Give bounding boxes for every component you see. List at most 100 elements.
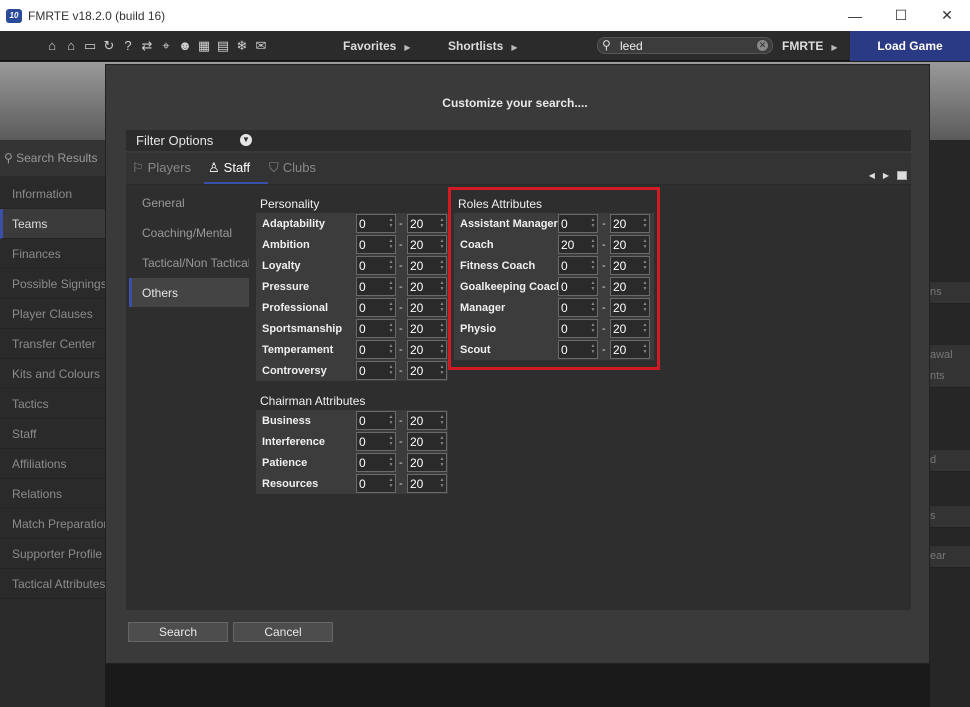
loyalty-min-input[interactable]: 0 ▲ ▼ — [356, 256, 396, 275]
calendar-icon[interactable]: ▦ — [196, 38, 212, 54]
sidebar-item-affiliations[interactable]: Affiliations — [0, 449, 105, 479]
spinner-icon[interactable]: ▲ ▼ — [439, 435, 445, 448]
spinner-icon[interactable]: ▲ ▼ — [439, 301, 445, 314]
nav-item-tactical-non-tactical[interactable]: Tactical/Non Tactical — [129, 248, 249, 277]
tab-clubs[interactable]: ⛉ Clubs — [269, 160, 316, 176]
sidebar-item-supporter-profile[interactable]: Supporter Profile — [0, 539, 105, 569]
spinner-icon[interactable]: ▲ ▼ — [590, 259, 596, 272]
manager-min-input[interactable]: 0 ▲ ▼ — [558, 298, 598, 317]
nav-item-coaching-mental[interactable]: Coaching/Mental — [129, 218, 249, 247]
temperament-min-input[interactable]: 0 ▲ ▼ — [356, 340, 396, 359]
ambition-max-input[interactable]: 20 ▲ ▼ — [407, 235, 447, 254]
loyalty-max-input[interactable]: 20 ▲ ▼ — [407, 256, 447, 275]
spinner-icon[interactable]: ▲ ▼ — [590, 280, 596, 293]
interference-max-input[interactable]: 20 ▲ ▼ — [407, 432, 447, 451]
adaptability-max-input[interactable]: 20 ▲ ▼ — [407, 214, 447, 233]
people-icon[interactable]: ☻ — [177, 38, 193, 54]
nav-item-others[interactable]: Others — [129, 278, 249, 307]
sidebar-item-information[interactable]: Information — [0, 179, 105, 209]
interference-min-input[interactable]: 0 ▲ ▼ — [356, 432, 396, 451]
spinner-icon[interactable]: ▲ ▼ — [439, 217, 445, 230]
sidebar-item-tactical-attributes[interactable]: Tactical Attributes — [0, 569, 105, 599]
spinner-icon[interactable]: ▲ ▼ — [388, 477, 394, 490]
spinner-icon[interactable]: ▲ ▼ — [439, 456, 445, 469]
ambition-min-input[interactable]: 0 ▲ ▼ — [356, 235, 396, 254]
spinner-icon[interactable]: ▲ ▼ — [439, 414, 445, 427]
fmrte-menu[interactable]: FMRTE ▶ — [782, 39, 837, 53]
sportsmanship-max-input[interactable]: 20 ▲ ▼ — [407, 319, 447, 338]
spinner-icon[interactable]: ▲ ▼ — [388, 259, 394, 272]
spinner-icon[interactable]: ▲ ▼ — [388, 364, 394, 377]
business-max-input[interactable]: 20 ▲ ▼ — [407, 411, 447, 430]
spinner-icon[interactable]: ▲ ▼ — [388, 322, 394, 335]
sidebar-item-possible-signings[interactable]: Possible Signings — [0, 269, 105, 299]
manager-max-input[interactable]: 20 ▲ ▼ — [610, 298, 650, 317]
sidebar-item-relations[interactable]: Relations — [0, 479, 105, 509]
transfer-icon[interactable]: ⇄ — [139, 38, 155, 54]
tab-players[interactable]: ⚐ Players — [132, 160, 191, 176]
spinner-icon[interactable]: ▲ ▼ — [642, 217, 648, 230]
spinner-icon[interactable]: ▲ ▼ — [642, 343, 648, 356]
fitness-coach-min-input[interactable]: 0 ▲ ▼ — [558, 256, 598, 275]
spinner-icon[interactable]: ▲ ▼ — [590, 238, 596, 251]
goalkeeping-coach-max-input[interactable]: 20 ▲ ▼ — [610, 277, 650, 296]
spinner-icon[interactable]: ▲ ▼ — [590, 343, 596, 356]
physio-min-input[interactable]: 0 ▲ ▼ — [558, 319, 598, 338]
maximize-button[interactable]: ☐ — [878, 0, 924, 31]
spinner-icon[interactable]: ▲ ▼ — [439, 343, 445, 356]
spinner-icon[interactable]: ▲ ▼ — [590, 217, 596, 230]
coach-max-input[interactable]: 20 ▲ ▼ — [610, 235, 650, 254]
spinner-icon[interactable]: ▲ ▼ — [439, 280, 445, 293]
sidebar-item-tactics[interactable]: Tactics — [0, 389, 105, 419]
arrow-left-icon[interactable]: ◀ — [869, 171, 875, 180]
spinner-icon[interactable]: ▲ ▼ — [388, 301, 394, 314]
adaptability-min-input[interactable]: 0 ▲ ▼ — [356, 214, 396, 233]
spinner-icon[interactable]: ▲ ▼ — [388, 456, 394, 469]
business-min-input[interactable]: 0 ▲ ▼ — [356, 411, 396, 430]
favorites-menu[interactable]: Favorites ▶ — [343, 39, 411, 53]
physio-max-input[interactable]: 20 ▲ ▼ — [610, 319, 650, 338]
nav-item-general[interactable]: General — [129, 188, 249, 217]
refresh-icon[interactable]: ↻ — [101, 38, 117, 54]
scout-min-input[interactable]: 0 ▲ ▼ — [558, 340, 598, 359]
mail-icon[interactable]: ✉ — [253, 38, 269, 54]
pressure-min-input[interactable]: 0 ▲ ▼ — [356, 277, 396, 296]
sidebar-search-results[interactable]: ⚲ Search Results — [0, 140, 105, 176]
monitor-icon[interactable]: ▭ — [82, 38, 98, 54]
sidebar-item-teams[interactable]: Teams — [0, 209, 105, 239]
spinner-icon[interactable]: ▲ ▼ — [642, 322, 648, 335]
help-icon[interactable]: ? — [120, 38, 136, 54]
cancel-button[interactable]: Cancel — [233, 622, 333, 642]
assistant-manager-min-input[interactable]: 0 ▲ ▼ — [558, 214, 598, 233]
spinner-icon[interactable]: ▲ ▼ — [388, 217, 394, 230]
arrow-right-icon[interactable]: ▶ — [883, 171, 889, 180]
professional-min-input[interactable]: 0 ▲ ▼ — [356, 298, 396, 317]
window-icon[interactable] — [897, 171, 907, 180]
sidebar-item-kits-and-colours[interactable]: Kits and Colours — [0, 359, 105, 389]
home-icon[interactable]: ⌂ — [44, 38, 60, 54]
sidebar-item-staff[interactable]: Staff — [0, 419, 105, 449]
spinner-icon[interactable]: ▲ ▼ — [590, 301, 596, 314]
temperament-max-input[interactable]: 20 ▲ ▼ — [407, 340, 447, 359]
spinner-icon[interactable]: ▲ ▼ — [388, 435, 394, 448]
spinner-icon[interactable]: ▲ ▼ — [388, 238, 394, 251]
load-game-button[interactable]: Load Game — [850, 31, 970, 61]
fitness-coach-max-input[interactable]: 20 ▲ ▼ — [610, 256, 650, 275]
spinner-icon[interactable]: ▲ ▼ — [439, 259, 445, 272]
spinner-icon[interactable]: ▲ ▼ — [642, 301, 648, 314]
patience-max-input[interactable]: 20 ▲ ▼ — [407, 453, 447, 472]
spinner-icon[interactable]: ▲ ▼ — [642, 280, 648, 293]
spinner-icon[interactable]: ▲ ▼ — [642, 238, 648, 251]
sidebar-item-player-clauses[interactable]: Player Clauses — [0, 299, 105, 329]
chevron-down-icon[interactable]: ▼ — [240, 134, 252, 146]
resources-max-input[interactable]: 20 ▲ ▼ — [407, 474, 447, 493]
goalkeeping-coach-min-input[interactable]: 0 ▲ ▼ — [558, 277, 598, 296]
close-button[interactable]: ✕ — [924, 0, 970, 31]
controversy-min-input[interactable]: 0 ▲ ▼ — [356, 361, 396, 380]
tab-staff[interactable]: ♙ Staff — [208, 160, 250, 176]
spinner-icon[interactable]: ▲ ▼ — [439, 477, 445, 490]
spinner-icon[interactable]: ▲ ▼ — [439, 364, 445, 377]
sidebar-item-match-preparation[interactable]: Match Preparation — [0, 509, 105, 539]
binoculars-icon[interactable]: ⌖ — [158, 38, 174, 54]
snowflake-icon[interactable]: ❄ — [234, 38, 250, 54]
